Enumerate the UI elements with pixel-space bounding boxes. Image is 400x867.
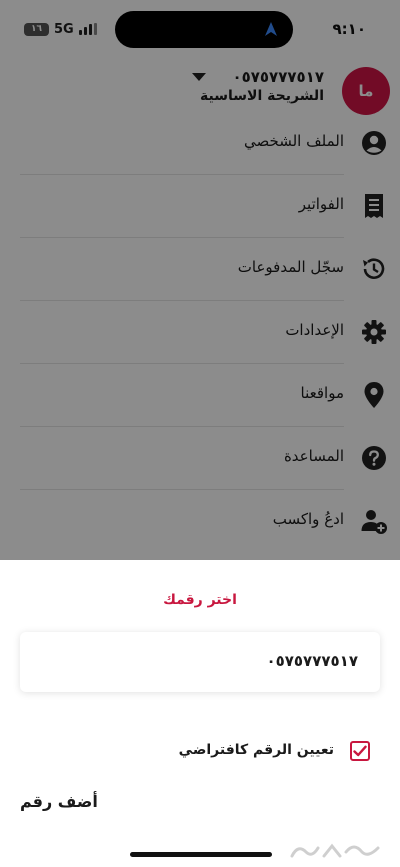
number-picker-sheet: اختر رقمك ٠٥٧٥٧٧٧٥١٧ تعيين الرقم كافتراض… [0,560,400,867]
set-default-label: تعيين الرقم كافتراضي [178,742,334,758]
number-option-value: ٠٥٧٥٧٧٧٥١٧ [266,652,358,670]
set-default-row[interactable]: تعيين الرقم كافتراضي [0,740,400,764]
sheet-title: اختر رقمك [163,592,237,608]
checkmark-icon [353,745,367,757]
set-default-checkbox[interactable] [350,741,370,761]
dim-overlay[interactable] [0,0,400,560]
home-indicator[interactable] [130,852,272,857]
number-option[interactable]: ٠٥٧٥٧٧٧٥١٧ [20,632,380,692]
add-number-button[interactable]: أضف رقم [20,792,98,811]
watermark-logo [290,843,380,858]
